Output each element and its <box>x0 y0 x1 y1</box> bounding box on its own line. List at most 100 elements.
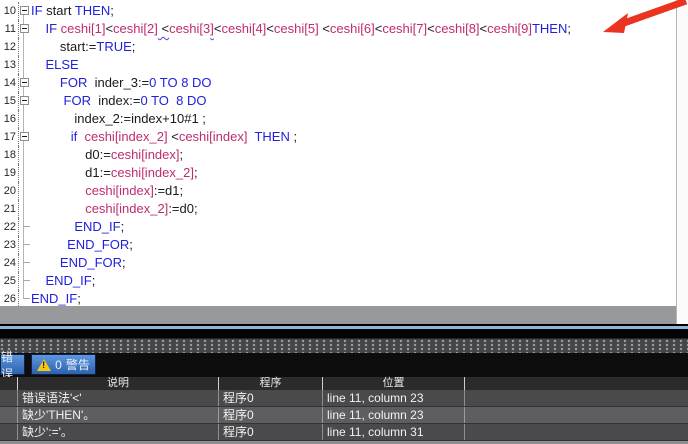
fold-gutter <box>19 92 31 110</box>
fold-gutter <box>19 110 31 128</box>
error-position: line 11, column 31 <box>322 424 464 440</box>
code-text: END_IF; <box>31 272 95 290</box>
fold-tick <box>23 298 30 299</box>
code-line[interactable]: 24 END_FOR; <box>0 254 688 272</box>
error-program: 程序0 <box>218 407 322 423</box>
error-description: 错误语法'<' <box>17 390 218 406</box>
code-token: THEN <box>532 21 567 36</box>
panel-splitter-handle[interactable] <box>0 338 688 353</box>
code-line[interactable]: 22 END_IF; <box>0 218 688 236</box>
code-token <box>31 183 85 198</box>
tab-warnings[interactable]: 0 警告 <box>31 354 96 375</box>
code-line[interactable]: 13 ELSE <box>0 56 688 74</box>
code-token: END_IF <box>74 219 120 234</box>
code-line[interactable]: 16 index_2:=index+10#1 ; <box>0 110 688 128</box>
code-line[interactable]: 26END_IF; <box>0 290 688 306</box>
fold-collapse-icon[interactable] <box>20 96 29 105</box>
fold-gutter <box>19 272 31 290</box>
line-number: 14 <box>0 74 19 92</box>
annotation-arrow-icon <box>594 0 688 42</box>
code-text: IF ceshi[1]<ceshi[2] <ceshi[3]<ceshi[4]<… <box>31 20 571 38</box>
code-line[interactable]: 14 FOR inder_3:=0 TO 8 DO <box>0 74 688 92</box>
error-program: 程序0 <box>218 390 322 406</box>
code-lines: 10 IF start THEN;11 IF ceshi[1]<ceshi[2] … <box>0 2 688 306</box>
code-token: ceshi[3 <box>169 21 210 36</box>
code-text: END_IF; <box>31 290 81 306</box>
code-line[interactable]: 11 IF ceshi[1]<ceshi[2] <ceshi[3]<ceshi[… <box>0 20 688 38</box>
line-number: 15 <box>0 92 19 110</box>
line-number: 16 <box>0 110 19 128</box>
code-line[interactable]: 25 END_IF; <box>0 272 688 290</box>
error-row[interactable]: 缺少'THEN'。程序0line 11, column 23 <box>0 407 688 424</box>
code-token: ; <box>110 3 114 18</box>
code-token <box>31 201 85 216</box>
code-editor[interactable]: 10 IF start THEN;11 IF ceshi[1]<ceshi[2] … <box>0 0 688 306</box>
code-line[interactable]: 19 d1:=ceshi[index_2]; <box>0 164 688 182</box>
fold-gutter <box>19 164 31 182</box>
code-line[interactable]: 17 if ceshi[index_2] <ceshi[index] THEN … <box>0 128 688 146</box>
code-token <box>31 273 45 288</box>
row-icon-cell <box>0 407 17 423</box>
tab-errors[interactable]: 错误 <box>0 354 25 375</box>
code-token: END_FOR <box>60 255 122 270</box>
code-token: ; <box>77 291 81 306</box>
code-line[interactable]: 21 ceshi[index_2]:=d0; <box>0 200 688 218</box>
code-token <box>31 129 71 144</box>
fold-gutter <box>19 56 31 74</box>
code-line[interactable]: 15 FOR index:=0 TO 8 DO <box>0 92 688 110</box>
fold-tick <box>23 244 30 245</box>
vertical-scrollbar[interactable] <box>676 0 688 324</box>
code-token: ; <box>92 273 96 288</box>
error-row[interactable]: 缺少':='。程序0line 11, column 31 <box>0 424 688 441</box>
row-filler <box>464 424 688 440</box>
code-token: FOR <box>60 75 87 90</box>
fold-collapse-icon[interactable] <box>20 6 29 15</box>
fold-gutter <box>19 236 31 254</box>
code-token: 0 TO 8 DO <box>140 93 206 108</box>
fold-gutter <box>19 182 31 200</box>
code-token: start:= <box>31 39 96 54</box>
fold-gutter <box>19 74 31 92</box>
code-line[interactable]: 23 END_FOR; <box>0 236 688 254</box>
code-token: index:= <box>91 93 141 108</box>
line-number: 21 <box>0 200 19 218</box>
fold-gutter <box>19 128 31 146</box>
code-token: ceshi[index_2] <box>85 201 168 216</box>
fold-collapse-icon[interactable] <box>20 132 29 141</box>
header-position: 位置 <box>322 377 464 390</box>
line-number: 20 <box>0 182 19 200</box>
error-squiggle: < <box>158 21 169 36</box>
code-line[interactable]: 20 ceshi[index]:=d1; <box>0 182 688 200</box>
fold-collapse-icon[interactable] <box>20 24 29 33</box>
code-line[interactable]: 18 d0:=ceshi[index]; <box>0 146 688 164</box>
line-number: 22 <box>0 218 19 236</box>
code-token: THEN <box>254 129 289 144</box>
line-number: 19 <box>0 164 19 182</box>
code-token: d1:= <box>31 165 111 180</box>
code-token: 0 TO 8 DO <box>149 75 211 90</box>
fold-gutter <box>19 20 31 38</box>
code-token: ceshi[index] <box>85 183 154 198</box>
code-text: IF start THEN; <box>31 2 114 20</box>
error-row[interactable]: 错误语法'<'程序0line 11, column 23 <box>0 390 688 407</box>
fold-tick <box>23 262 30 263</box>
code-line[interactable]: 10 IF start THEN; <box>0 2 688 20</box>
code-token: THEN <box>75 3 110 18</box>
code-text: start:=TRUE; <box>31 38 135 56</box>
code-token: ; <box>180 147 184 162</box>
line-number: 10 <box>0 2 19 20</box>
fold-collapse-icon[interactable] <box>20 78 29 87</box>
code-token: ceshi[index_2] <box>84 129 167 144</box>
code-line[interactable]: 12 start:=TRUE; <box>0 38 688 56</box>
divider <box>0 329 688 338</box>
message-panel-tabs: 错误 0 警告 <box>0 353 688 377</box>
code-token <box>31 255 60 270</box>
code-token <box>31 21 45 36</box>
code-token: ceshi[9] <box>487 21 532 36</box>
fold-gutter <box>19 146 31 164</box>
fold-tick <box>23 226 30 227</box>
code-token: ceshi[7] <box>382 21 427 36</box>
horizontal-scrollbar[interactable] <box>0 306 676 324</box>
code-text: ceshi[index]:=d1; <box>31 182 183 200</box>
code-token: ceshi[2] <box>113 21 158 36</box>
